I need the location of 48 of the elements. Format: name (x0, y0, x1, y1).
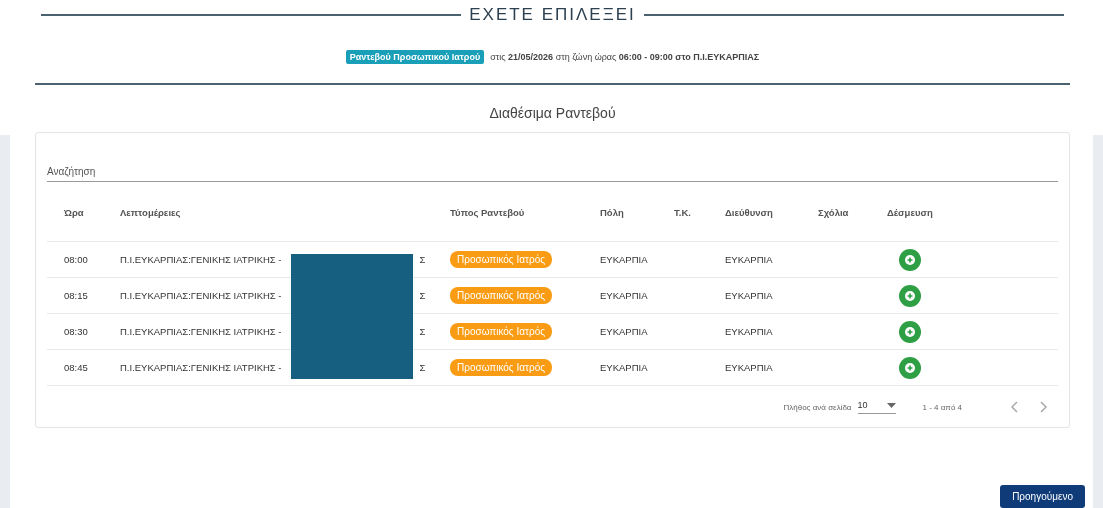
section-heading: ΕΧΕΤΕ ΕΠΙΛΕΞΕΙ (469, 4, 636, 26)
table-cell-text: 08:15 (63, 290, 89, 301)
page-size-select[interactable]: 10 (857, 400, 896, 414)
table-cell: Σ (419, 290, 426, 301)
column-header: Πόλη (600, 207, 625, 218)
table-cell-text: 08:30 (63, 326, 89, 337)
table-cell: Σ (419, 362, 426, 373)
search-field[interactable]: Αναζήτηση (47, 166, 1058, 182)
column-header: Δέσμευση (887, 207, 934, 218)
appointment-type-tag: Προσωπικός Ιατρός (450, 287, 553, 304)
table-cell-text: ΕΥΚΑΡΠΙΑ (600, 362, 649, 373)
appointment-type-tag: Προσωπικός Ιατρός (450, 359, 553, 376)
column-header: Τ.Κ. (674, 207, 692, 218)
table-cell-text: ΕΥΚΑΡΠΙΑ (600, 290, 649, 301)
column-header: Σχόλια (818, 207, 850, 218)
appointment-type-tag: Προσωπικός Ιατρός (450, 323, 553, 340)
previous-button[interactable]: Προηγούμενο (1000, 485, 1085, 508)
appointment-type-tag: Προσωπικός Ιατρός (450, 251, 553, 268)
next-page-icon[interactable] (1038, 400, 1048, 414)
add-icon[interactable] (899, 356, 921, 379)
table-cell: Π.Ι.ΕΥΚΑΡΠΙΑΣ:ΓΕΝΙΚΗΣ ΙΑΤΡΙΚΗΣ - (120, 254, 282, 265)
table-cell-text: ΕΥΚΑΡΠΙΑ (725, 326, 774, 337)
page-size-label: Πλήθος ανά σελίδα (783, 402, 852, 412)
table-cell-text: ΕΥΚΑΡΠΙΑ (725, 362, 774, 373)
table-cell: Π.Ι.ΕΥΚΑΡΠΙΑΣ:ΓΕΝΙΚΗΣ ΙΑΤΡΙΚΗΣ - (120, 290, 282, 301)
appointment-type-badge: Ραντεβού Προσωπικού Ιατρού (345, 50, 485, 64)
add-icon[interactable] (899, 248, 921, 271)
table-cell: Σ (419, 254, 426, 265)
selection-summary: στις 21/05/2026 στη ζώνη ώρας 06:00 - 09:00 στο Π.Ι.ΕΥΚΑΡΠΙΑΣ (490, 52, 760, 62)
caret-icon (886, 402, 896, 408)
add-icon[interactable] (899, 284, 921, 307)
page-range: 1 - 4 από 4 (922, 402, 962, 412)
available-appointments-title: Διαθέσιμα Ραντεβού (488, 105, 617, 121)
table-cell-text: ΕΥΚΑΡΠΙΑ (600, 326, 649, 337)
previous-page-icon[interactable] (1010, 400, 1020, 414)
table-cell: Σ (419, 326, 426, 337)
table-cell-text: 08:45 (63, 362, 89, 373)
add-icon[interactable] (899, 320, 921, 343)
table-cell-text: ΕΥΚΑΡΠΙΑ (725, 254, 774, 265)
table-cell: Π.Ι.ΕΥΚΑΡΠΙΑΣ:ΓΕΝΙΚΗΣ ΙΑΤΡΙΚΗΣ - (120, 362, 282, 373)
table-cell-text: 08:00 (63, 254, 89, 265)
column-header: Λεπτομέρειες (120, 207, 182, 218)
table-cell-text: ΕΥΚΑΡΠΙΑ (725, 290, 774, 301)
table-cell: Π.Ι.ΕΥΚΑΡΠΙΑΣ:ΓΕΝΙΚΗΣ ΙΑΤΡΙΚΗΣ - (120, 326, 282, 337)
column-header: Τύπος Ραντεβού (450, 207, 526, 218)
table-cell-text: ΕΥΚΑΡΠΙΑ (600, 254, 649, 265)
column-header: Ώρα (63, 207, 85, 218)
column-header: Διεύθυνση (725, 207, 774, 218)
